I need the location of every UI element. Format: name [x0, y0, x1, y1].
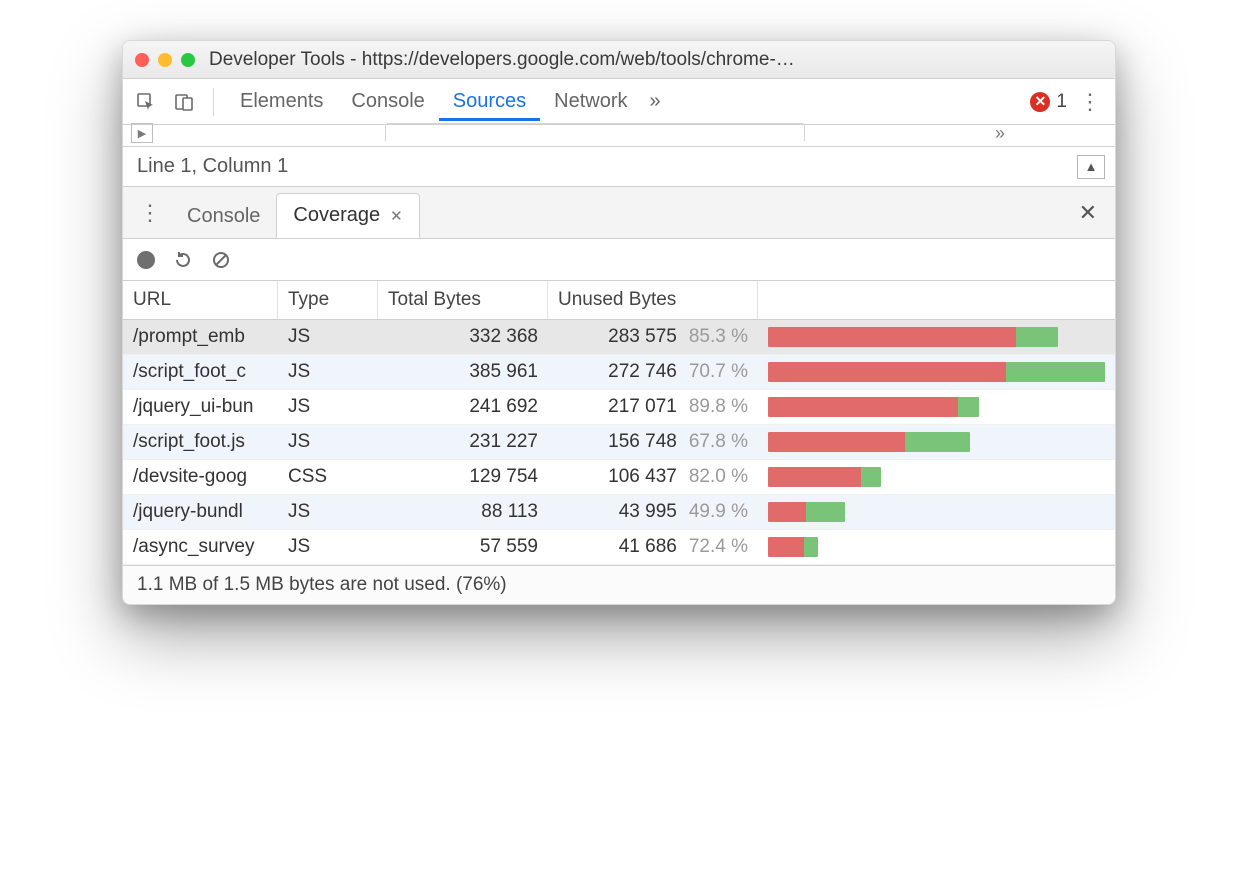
cell-usage-bar [758, 356, 1115, 388]
drawer-tab-label: Coverage [293, 204, 380, 227]
cell-total-bytes: 241 692 [378, 390, 548, 424]
header-type[interactable]: Type [278, 281, 378, 319]
cell-total-bytes: 57 559 [378, 530, 548, 564]
cell-usage-bar [758, 321, 1115, 353]
cell-url: /script_foot.js [123, 425, 278, 459]
cell-unused-bytes: 272 74670.7 % [548, 355, 758, 389]
drawer-tab-label: Console [187, 205, 260, 227]
coverage-row[interactable]: /devsite-googCSS129 754106 43782.0 % [123, 460, 1115, 495]
cell-total-bytes: 129 754 [378, 460, 548, 494]
usage-bar [768, 502, 845, 522]
drawer-menu-icon[interactable]: ⋮ [129, 200, 171, 226]
record-button[interactable] [137, 251, 155, 269]
cell-usage-bar [758, 461, 1115, 493]
cell-unused-bytes: 156 74867.8 % [548, 425, 758, 459]
header-unused-bytes[interactable]: Unused Bytes [548, 281, 758, 319]
cell-total-bytes: 332 368 [378, 320, 548, 354]
usage-bar [768, 432, 970, 452]
cell-url: /script_foot_c [123, 355, 278, 389]
coverage-toolbar [123, 239, 1115, 281]
cell-type: JS [278, 530, 378, 564]
coverage-row[interactable]: /script_foot_cJS385 961272 74670.7 % [123, 355, 1115, 390]
header-url[interactable]: URL [123, 281, 278, 319]
cell-type: CSS [278, 460, 378, 494]
main-tab-sources[interactable]: Sources [439, 82, 540, 121]
toolbar-divider [213, 88, 214, 116]
cursor-position: Line 1, Column 1 [137, 155, 288, 178]
clear-icon[interactable] [211, 250, 231, 270]
header-total-bytes[interactable]: Total Bytes [378, 281, 548, 319]
main-tab-elements[interactable]: Elements [226, 82, 337, 121]
usage-bar [768, 537, 818, 557]
cell-usage-bar [758, 391, 1115, 423]
traffic-lights [135, 53, 195, 67]
cell-unused-bytes: 283 57585.3 % [548, 320, 758, 354]
inspect-element-icon[interactable] [129, 85, 163, 119]
window-titlebar: Developer Tools - https://developers.goo… [123, 41, 1115, 79]
coverage-header-row: URL Type Total Bytes Unused Bytes [123, 281, 1115, 320]
close-window-button[interactable] [135, 53, 149, 67]
cell-total-bytes: 231 227 [378, 425, 548, 459]
drawer-tab-console[interactable]: Console [171, 195, 276, 238]
devtools-main-toolbar: ElementsConsoleSourcesNetwork » ✕ 1 ⋮ [123, 79, 1115, 125]
close-drawer-icon[interactable]: ✕ [1067, 200, 1109, 226]
coverage-row[interactable]: /script_foot.jsJS231 227156 74867.8 % [123, 425, 1115, 460]
cell-unused-bytes: 217 07189.8 % [548, 390, 758, 424]
usage-bar [768, 362, 1105, 382]
cell-unused-bytes: 106 43782.0 % [548, 460, 758, 494]
cell-type: JS [278, 495, 378, 529]
cell-type: JS [278, 320, 378, 354]
usage-bar [768, 467, 881, 487]
main-tabs: ElementsConsoleSourcesNetwork [226, 82, 642, 121]
toggle-device-toolbar-icon[interactable] [167, 85, 201, 119]
source-file-tab-strip: ▶ » [123, 125, 1115, 147]
coverage-row[interactable]: /jquery-bundlJS88 11343 99549.9 % [123, 495, 1115, 530]
cell-url: /jquery-bundl [123, 495, 278, 529]
cell-total-bytes: 385 961 [378, 355, 548, 389]
cell-url: /async_survey [123, 530, 278, 564]
close-tab-icon[interactable]: ✕ [390, 207, 403, 225]
cell-type: JS [278, 390, 378, 424]
more-files-chevron-icon[interactable]: » [995, 123, 1005, 144]
cell-usage-bar [758, 426, 1115, 458]
cell-type: JS [278, 425, 378, 459]
cell-url: /prompt_emb [123, 320, 278, 354]
devtools-settings-menu-icon[interactable]: ⋮ [1071, 89, 1109, 115]
header-usage-bar[interactable] [758, 281, 1115, 319]
main-tab-network[interactable]: Network [540, 82, 641, 121]
coverage-row[interactable]: /async_surveyJS57 55941 68672.4 % [123, 530, 1115, 565]
source-file-tab[interactable] [385, 123, 805, 141]
cell-url: /devsite-goog [123, 460, 278, 494]
cell-total-bytes: 88 113 [378, 495, 548, 529]
coverage-row[interactable]: /prompt_embJS332 368283 57585.3 % [123, 320, 1115, 355]
reload-icon[interactable] [173, 250, 193, 270]
cell-type: JS [278, 355, 378, 389]
cell-unused-bytes: 43 99549.9 % [548, 495, 758, 529]
cell-usage-bar [758, 496, 1115, 528]
more-tabs-chevron-icon[interactable]: » [646, 82, 675, 121]
cell-url: /jquery_ui-bun [123, 390, 278, 424]
coverage-table: URL Type Total Bytes Unused Bytes /promp… [123, 281, 1115, 565]
devtools-window: Developer Tools - https://developers.goo… [122, 40, 1116, 605]
coverage-summary: 1.1 MB of 1.5 MB bytes are not used. (76… [123, 565, 1115, 604]
coverage-row[interactable]: /jquery_ui-bunJS241 692217 07189.8 % [123, 390, 1115, 425]
usage-bar [768, 397, 979, 417]
usage-bar [768, 327, 1058, 347]
error-count-badge[interactable]: ✕ 1 [1030, 91, 1067, 113]
drawer-tab-strip: ⋮ Console Coverage ✕ ✕ [123, 187, 1115, 239]
editor-status-bar: Line 1, Column 1 ▲ [123, 147, 1115, 187]
zoom-window-button[interactable] [181, 53, 195, 67]
show-navigator-icon[interactable]: ▶ [131, 123, 153, 143]
window-title: Developer Tools - https://developers.goo… [195, 49, 1103, 71]
drawer-tab-coverage[interactable]: Coverage ✕ [276, 193, 419, 238]
cell-usage-bar [758, 531, 1115, 563]
error-icon: ✕ [1030, 92, 1050, 112]
main-tab-console[interactable]: Console [337, 82, 438, 121]
error-count: 1 [1056, 91, 1067, 113]
collapse-drawer-icon[interactable]: ▲ [1077, 155, 1105, 179]
minimize-window-button[interactable] [158, 53, 172, 67]
cell-unused-bytes: 41 68672.4 % [548, 530, 758, 564]
